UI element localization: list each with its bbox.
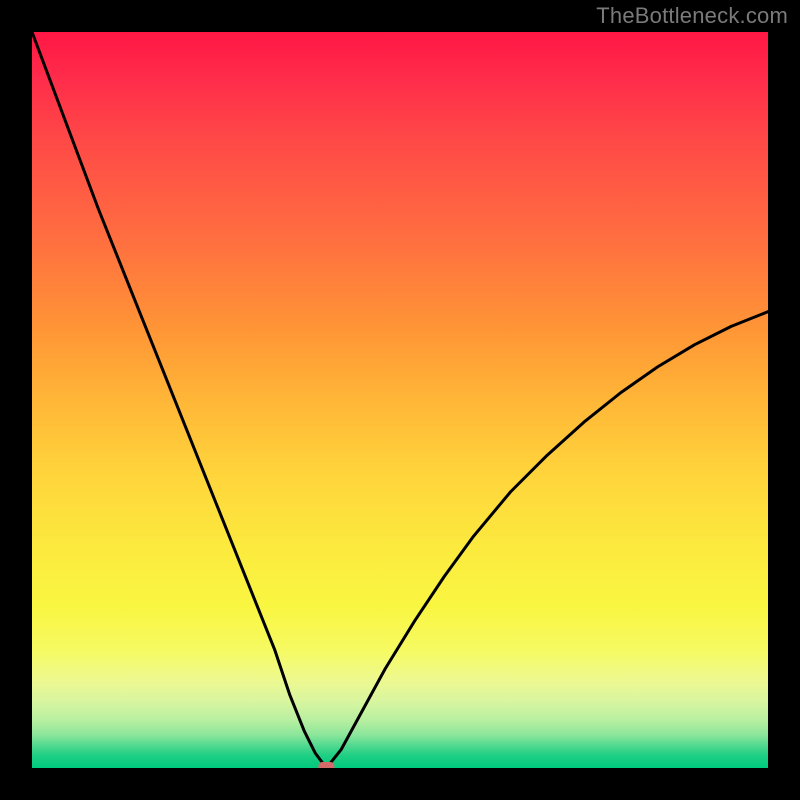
curve-minimum-marker <box>318 762 334 768</box>
bottleneck-curve <box>32 32 768 768</box>
watermark-text: TheBottleneck.com <box>596 3 788 29</box>
plot-area <box>32 32 768 768</box>
curve-layer <box>32 32 768 768</box>
chart-frame: TheBottleneck.com <box>0 0 800 800</box>
